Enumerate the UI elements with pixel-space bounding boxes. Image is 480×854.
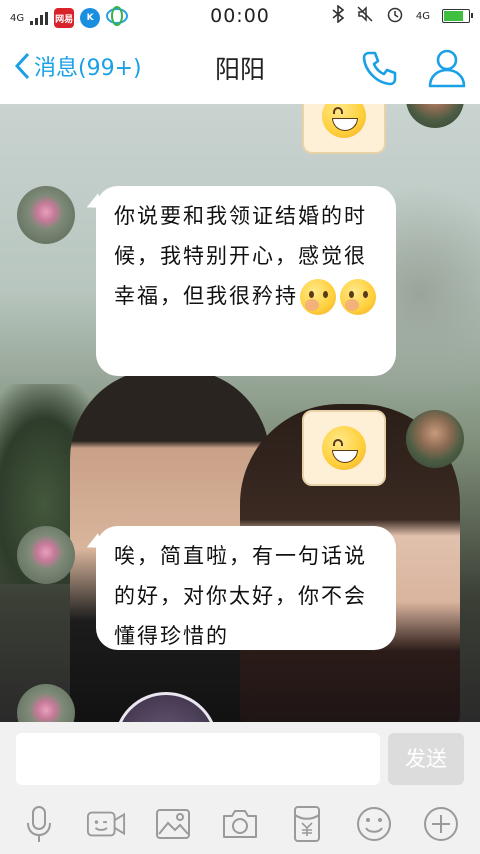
more-button[interactable] — [421, 804, 461, 844]
emoji-button[interactable] — [354, 804, 394, 844]
message-text: 唉，简直啦，有一句话说的好，对你太好，你不会懂得珍惜的 — [114, 544, 367, 648]
contact-avatar[interactable] — [17, 186, 75, 244]
input-toolbar — [0, 792, 480, 854]
emoji-sticker — [322, 104, 366, 138]
red-packet-button[interactable] — [287, 804, 327, 844]
plus-icon — [424, 807, 458, 841]
voice-button[interactable] — [19, 804, 59, 844]
chat-title: 阳阳 — [214, 55, 265, 84]
battery-icon — [442, 9, 473, 23]
camera-button[interactable] — [220, 804, 260, 844]
sticker-message[interactable] — [302, 410, 386, 486]
input-bar: 发送 — [0, 722, 480, 792]
red-packet-icon — [294, 806, 320, 842]
video-call-button[interactable] — [86, 804, 126, 844]
grin-emoji-sticker — [322, 426, 366, 470]
message-bubble[interactable]: 你说要和我领证结婚的时候，我特别开心，感觉很幸福，但我很矜持 — [96, 186, 396, 376]
microphone-icon — [27, 806, 51, 842]
emoji-icon — [357, 807, 391, 841]
person-icon — [428, 49, 466, 88]
status-bar: 4G 网易 K 00:00 4G — [0, 0, 480, 32]
camera-icon — [223, 810, 257, 838]
contact-avatar[interactable] — [17, 684, 75, 722]
sticker-message[interactable] — [302, 104, 386, 154]
my-avatar[interactable] — [406, 104, 464, 128]
chat-area[interactable]: 你说要和我领证结婚的时候，我特别开心，感觉很幸福，但我很矜持 唉，简直啦，有一句… — [0, 104, 480, 722]
contact-avatar[interactable] — [17, 526, 75, 584]
message-bubble[interactable]: 唉，简直啦，有一句话说的好，对你太好，你不会懂得珍惜的 — [96, 526, 396, 650]
video-call-icon — [86, 811, 126, 837]
shh-emoji-icon — [300, 279, 336, 315]
network-type-right: 4G — [415, 10, 430, 22]
shh-emoji-icon — [340, 279, 376, 315]
send-button[interactable]: 发送 — [388, 733, 464, 785]
my-avatar[interactable] — [406, 410, 464, 468]
bluetooth-icon — [332, 4, 345, 27]
phone-call-button[interactable] — [360, 48, 400, 92]
message-input[interactable] — [16, 733, 380, 785]
image-icon — [156, 809, 190, 839]
alarm-icon — [386, 5, 404, 27]
image-button[interactable] — [153, 804, 193, 844]
mute-icon — [356, 5, 374, 27]
profile-button[interactable] — [426, 48, 468, 92]
phone-icon — [362, 51, 397, 86]
chat-header: 消息(99+) 阳阳 — [0, 32, 480, 104]
